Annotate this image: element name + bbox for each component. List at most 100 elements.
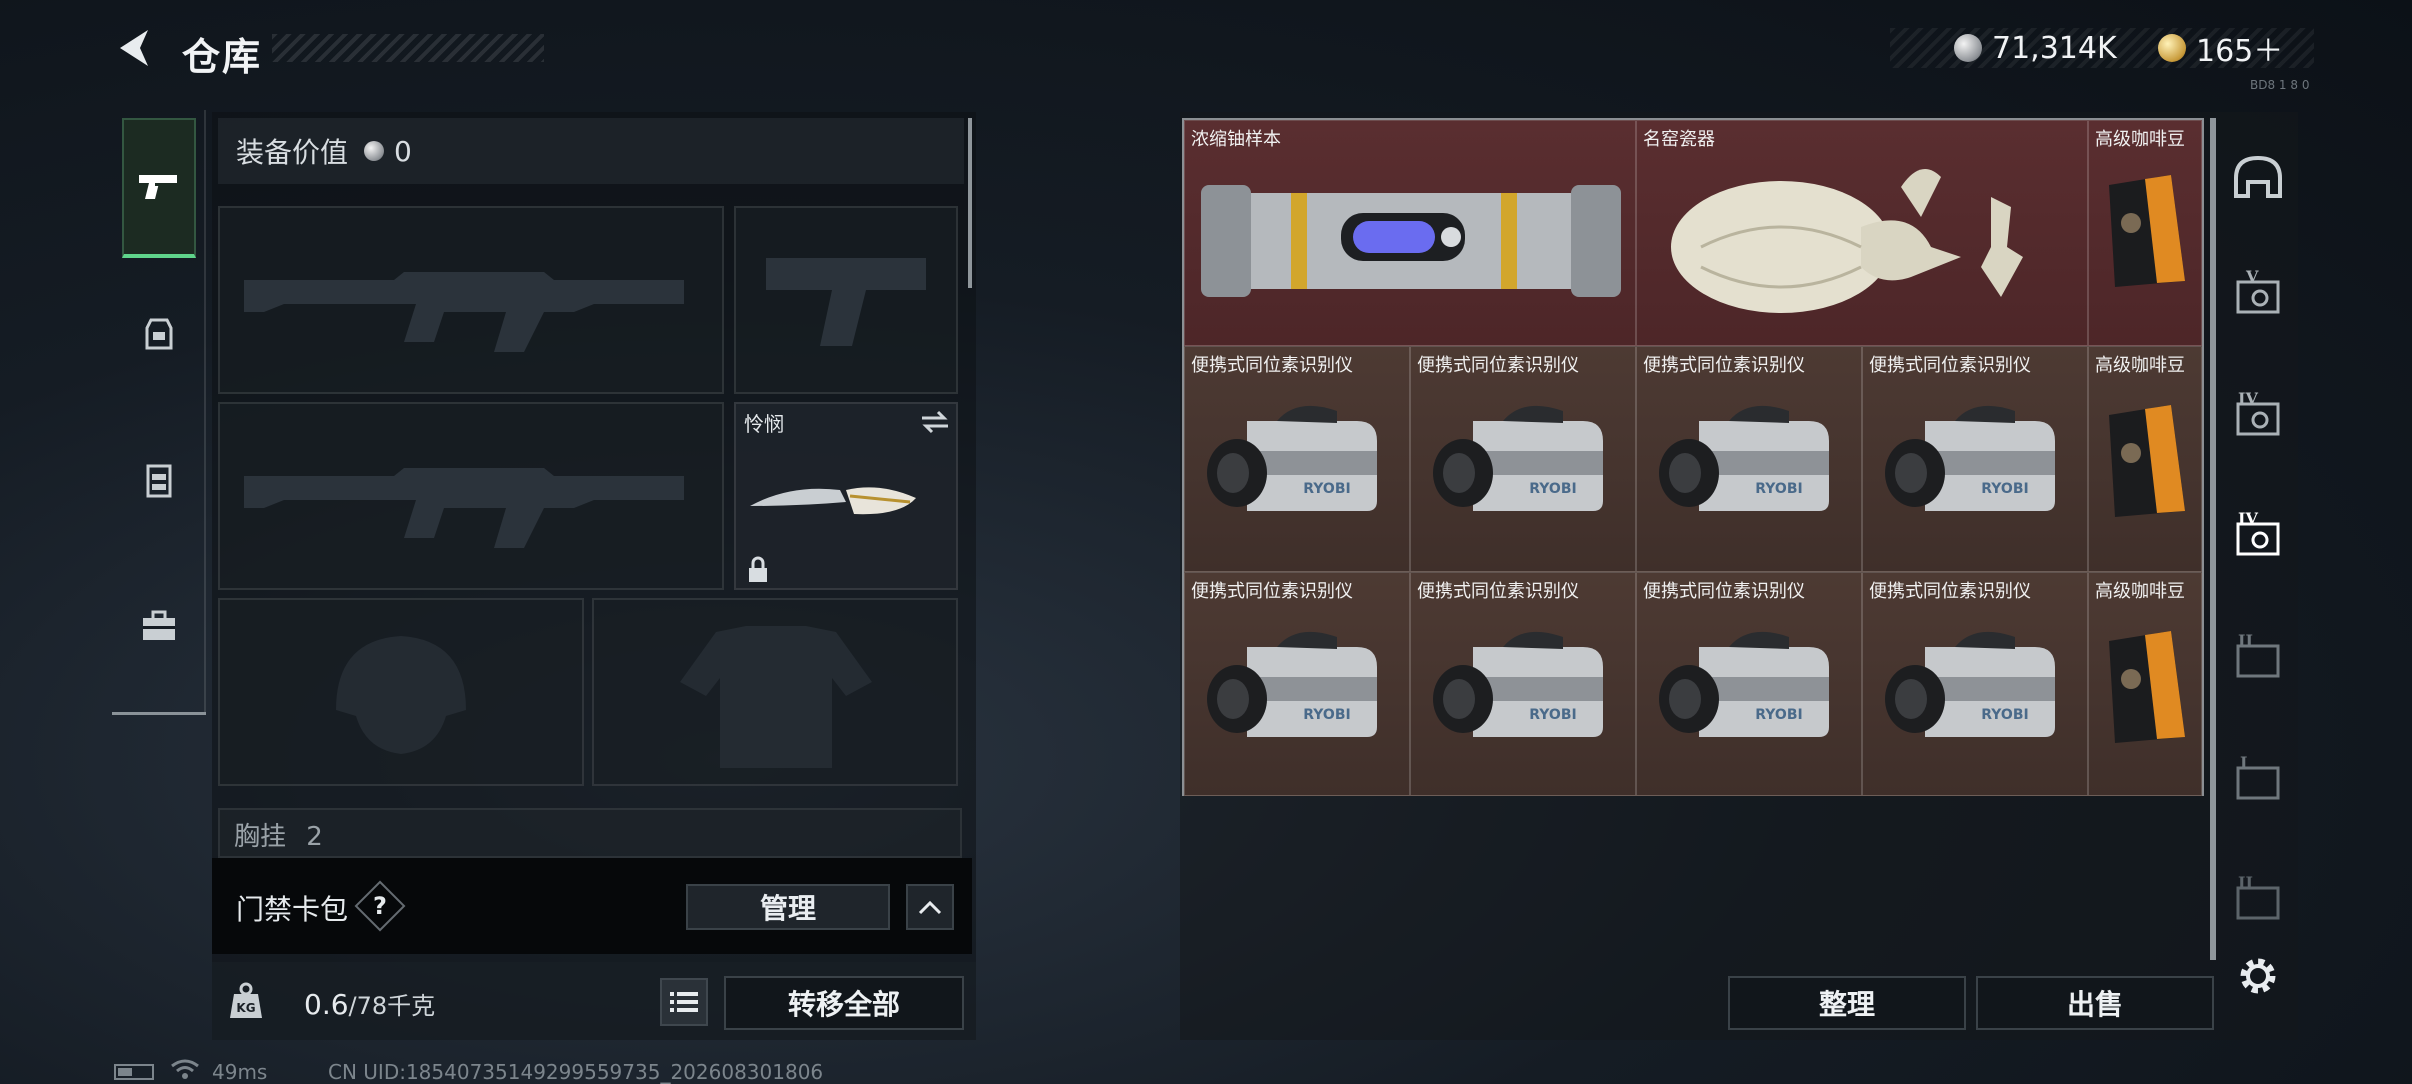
- melee-item-name: 怜悯: [744, 412, 784, 436]
- chevron-up-icon: [918, 900, 942, 915]
- settings-button[interactable]: [2234, 952, 2282, 1000]
- ping-readout: 49ms: [212, 1060, 268, 1084]
- tab-toolbox[interactable]: [122, 556, 196, 696]
- helmet-icon: [2234, 155, 2282, 198]
- coffee-bag-icon: [2109, 405, 2185, 517]
- case-ii-small-icon: II: [2236, 874, 2280, 920]
- helmet-silhouette-icon: [336, 636, 466, 754]
- corner-tag: BD8 1 8 0: [2250, 78, 2310, 92]
- inventory-scrollbar[interactable]: [2210, 118, 2216, 960]
- manage-button[interactable]: 管理: [686, 884, 890, 930]
- inventory-item-isotope[interactable]: 便携式同位素识别仪 RYOBI: [1410, 572, 1636, 796]
- transfer-all-button[interactable]: 转移全部: [724, 976, 964, 1030]
- svg-text:I: I: [2240, 754, 2247, 772]
- inventory-item-coffee[interactable]: 高级咖啡豆: [2088, 346, 2202, 572]
- help-icon[interactable]: ?: [362, 888, 398, 924]
- isotope-scanner-icon: RYOBI: [1207, 631, 1377, 737]
- inventory-item-coffee[interactable]: 高级咖啡豆: [2088, 120, 2202, 346]
- case-iv-icon: IV: [2236, 390, 2280, 436]
- tab-backpack[interactable]: [122, 264, 196, 404]
- pistol-silhouette-icon: [766, 258, 926, 346]
- primary-weapon-slot[interactable]: [218, 206, 724, 394]
- rifle-silhouette-icon: [244, 272, 684, 352]
- chest-rig-icon: [146, 464, 172, 498]
- case-ii-icon: II: [2236, 632, 2280, 678]
- category-case-ii[interactable]: II: [2226, 626, 2290, 690]
- inventory-item-isotope[interactable]: 便携式同位素识别仪 RYOBI: [1410, 346, 1636, 572]
- category-case-i[interactable]: I: [2226, 748, 2290, 812]
- category-case-ii-small[interactable]: II: [2226, 868, 2290, 932]
- inventory-item-isotope[interactable]: 便携式同位素识别仪 RYOBI: [1636, 572, 1862, 796]
- item-name: 便携式同位素识别仪: [1869, 581, 2031, 602]
- isotope-scanner-icon: RYOBI: [1885, 631, 2055, 737]
- svg-text:RYOBI: RYOBI: [1303, 707, 1350, 723]
- swap-icon[interactable]: [920, 410, 950, 434]
- inventory-item-isotope[interactable]: 便携式同位素识别仪 RYOBI: [1862, 572, 2088, 796]
- item-name: 便携式同位素识别仪: [1191, 355, 1353, 376]
- case-v-icon: V: [2236, 268, 2280, 314]
- item-name: 高级咖啡豆: [2095, 581, 2185, 602]
- wifi-icon: [170, 1058, 200, 1084]
- armor-slot[interactable]: [592, 598, 958, 786]
- equipment-scrollbar[interactable]: [968, 118, 972, 288]
- chest-rig-label: 胸挂: [234, 822, 287, 852]
- inventory-item-isotope[interactable]: 便携式同位素识别仪 RYOBI: [1636, 346, 1862, 572]
- melee-slot[interactable]: 怜悯: [734, 402, 958, 590]
- item-name: 便携式同位素识别仪: [1417, 355, 1579, 376]
- lock-icon: [749, 556, 767, 582]
- equipment-value: 装备价值 0: [218, 118, 964, 184]
- svg-text:IV: IV: [2238, 510, 2258, 528]
- svg-text:RYOBI: RYOBI: [1303, 481, 1350, 497]
- list-view-button[interactable]: [660, 978, 708, 1026]
- chest-rig-slot[interactable]: 胸挂 2: [218, 808, 962, 858]
- chest-rig-count: 2: [306, 822, 323, 852]
- coffee-bag-icon: [2109, 175, 2185, 287]
- inventory-item-uranium[interactable]: 浓缩铀样本: [1184, 120, 1636, 346]
- isotope-scanner-icon: RYOBI: [1433, 405, 1603, 511]
- helmet-slot[interactable]: [218, 598, 584, 786]
- svg-text:V: V: [2245, 268, 2259, 286]
- equipment-tabs: [112, 110, 206, 714]
- collapse-button[interactable]: [906, 884, 954, 930]
- weight-max: /78千克: [348, 992, 436, 1020]
- isotope-scanner-icon: RYOBI: [1207, 405, 1377, 511]
- inventory-item-porcelain[interactable]: 名窑瓷器: [1636, 120, 2088, 346]
- sell-button[interactable]: 出售: [1976, 976, 2214, 1030]
- secondary-weapon-slot[interactable]: [218, 402, 724, 590]
- back-button[interactable]: [112, 24, 156, 72]
- pistol-icon: [139, 175, 177, 199]
- gold-coin-icon: [2158, 34, 2186, 62]
- gold-currency[interactable]: 165＋: [2158, 28, 2284, 69]
- toolbox-icon: [143, 610, 175, 640]
- tab-chest-rig[interactable]: [122, 410, 196, 550]
- silver-currency: 71,314K: [1954, 28, 2117, 68]
- silver-coin-icon: [364, 141, 385, 161]
- back-arrow-icon: [120, 30, 148, 66]
- item-name: 便携式同位素识别仪: [1643, 581, 1805, 602]
- title-decoration: [272, 34, 544, 62]
- svg-text:RYOBI: RYOBI: [1755, 481, 1802, 497]
- sort-button[interactable]: 整理: [1728, 976, 1966, 1030]
- inventory-item-isotope[interactable]: 便携式同位素识别仪 RYOBI: [1184, 346, 1410, 572]
- category-helmet[interactable]: [2226, 146, 2290, 210]
- silver-coin-icon: [1954, 34, 1982, 62]
- category-case-iv[interactable]: IV: [2226, 384, 2290, 448]
- pistol-slot[interactable]: [734, 206, 958, 394]
- inventory-item-isotope[interactable]: 便携式同位素识别仪 RYOBI: [1184, 572, 1410, 796]
- inventory-item-coffee[interactable]: 高级咖啡豆: [2088, 572, 2202, 796]
- category-case-iv-active[interactable]: IV: [2226, 504, 2290, 568]
- item-name: 浓缩铀样本: [1191, 129, 1281, 150]
- gold-amount: 165＋: [2196, 34, 2284, 69]
- isotope-scanner-icon: RYOBI: [1433, 631, 1603, 737]
- item-name: 便携式同位素识别仪: [1643, 355, 1805, 376]
- svg-text:RYOBI: RYOBI: [1529, 481, 1576, 497]
- svg-text:II: II: [2238, 874, 2253, 892]
- tab-weapons[interactable]: [122, 118, 196, 258]
- svg-text:RYOBI: RYOBI: [1529, 707, 1576, 723]
- keycard-pack-label: 门禁卡包: [236, 893, 349, 926]
- svg-text:II: II: [2238, 632, 2253, 650]
- rifle-silhouette-icon: [244, 468, 684, 548]
- category-case-v[interactable]: V: [2226, 262, 2290, 326]
- inventory-item-isotope[interactable]: 便携式同位素识别仪 RYOBI: [1862, 346, 2088, 572]
- item-name: 高级咖啡豆: [2095, 129, 2185, 150]
